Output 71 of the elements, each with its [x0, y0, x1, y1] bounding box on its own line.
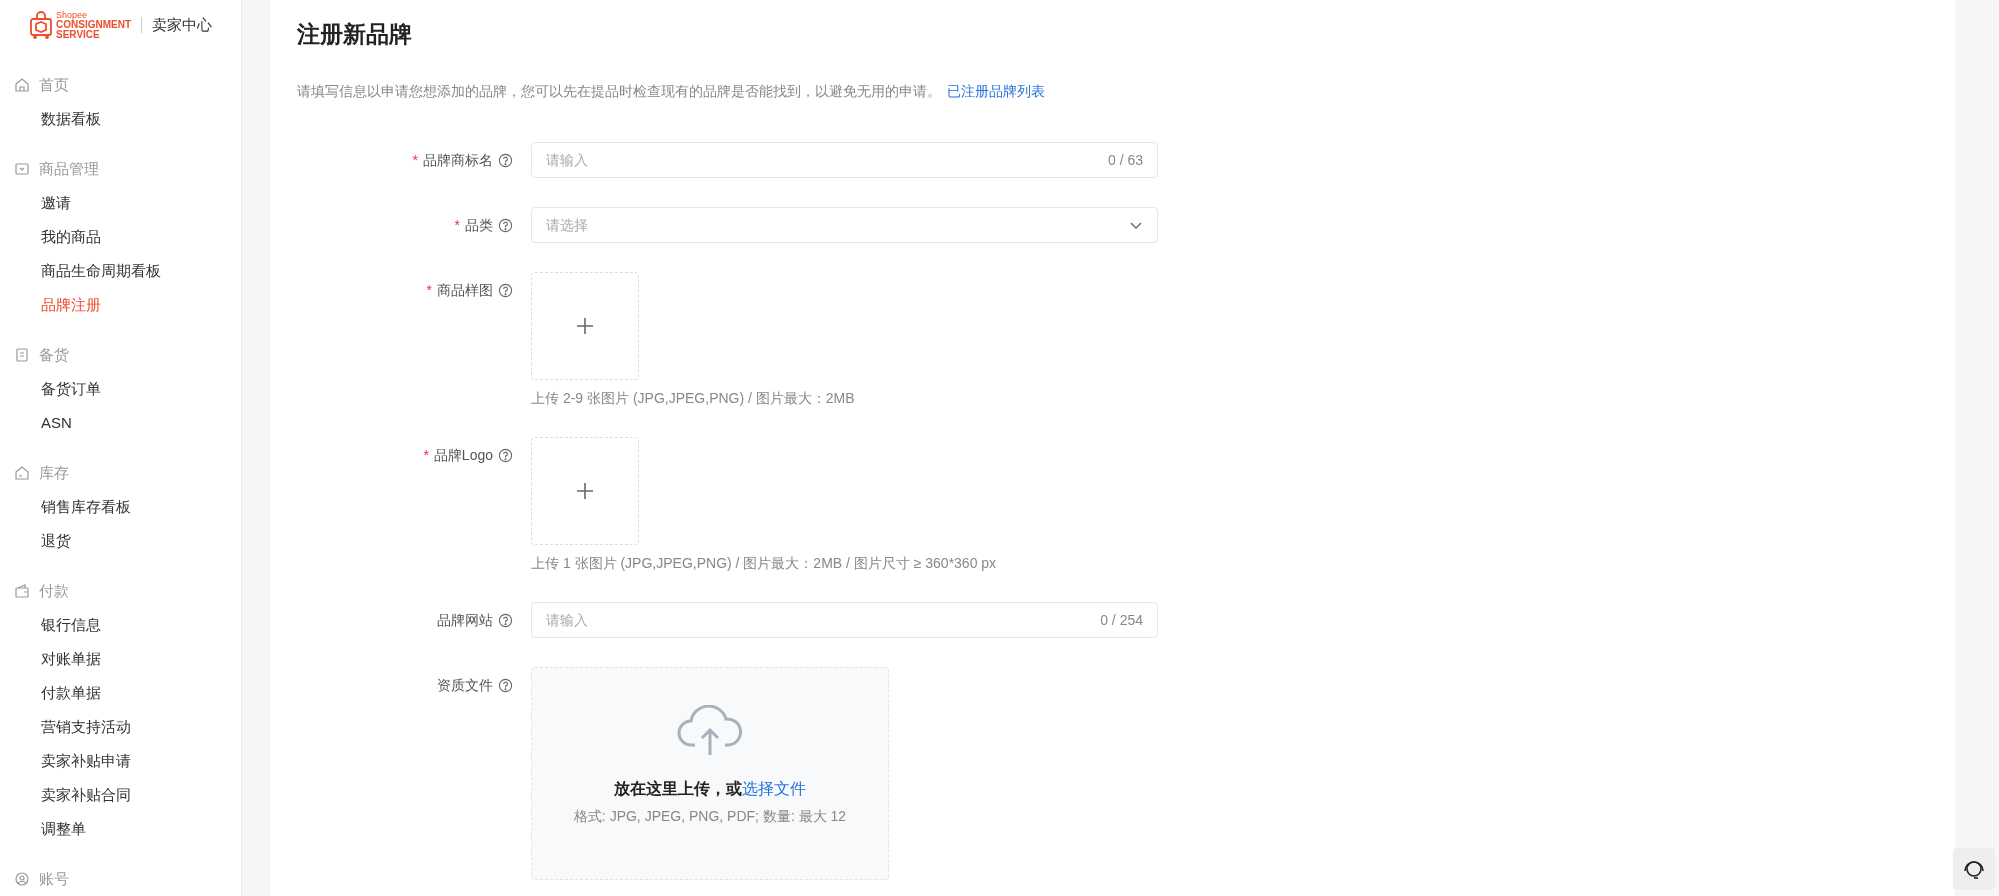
menu-section-title: 商品管理 [39, 158, 99, 179]
app-title: 卖家中心 [152, 14, 212, 35]
home-icon [14, 77, 30, 93]
upload-hint: 上传 2-9 张图片 (JPG,JPEG,PNG) / 图片最大：2MB [531, 389, 855, 408]
placeholder-text: 请输入 [546, 150, 588, 170]
menu-item[interactable]: 品牌注册 [0, 288, 241, 322]
upload-hint: 上传 1 张图片 (JPG,JPEG,PNG) / 图片最大：2MB / 图片尺寸 ≥ 360*360 px [531, 554, 997, 573]
file-drop-zone[interactable]: 放在这里上传，或选择文件 格式: JPG, JPEG, PNG, PDF; 数量: 最大 12 [531, 667, 889, 880]
help-icon [498, 282, 513, 298]
help-icon [498, 447, 513, 463]
logo-text: Shopee [56, 10, 88, 20]
required-asterisk: * [423, 445, 429, 465]
menu-item[interactable]: 卖家补贴申请 [0, 744, 241, 778]
file-format-hint: 格式: JPG, JPEG, PNG, PDF; 数量: 最大 12 [572, 807, 848, 825]
placeholder-text: 请选择 [546, 215, 588, 235]
field-label: 品牌Logo [433, 445, 493, 465]
logo-text: CONSIGNMENT [56, 19, 131, 30]
menu-item[interactable]: 退货 [0, 524, 241, 558]
menu-section-title: 付款 [39, 580, 69, 601]
drop-instruction: 放在这里上传，或选择文件 [614, 779, 806, 799]
menu-section-title: 账号 [39, 868, 69, 889]
field-label: 资质文件 [437, 675, 493, 695]
menu-item[interactable]: 我的商品 [0, 220, 241, 254]
plus-icon [576, 317, 594, 335]
input-field[interactable]: 请输入 0 / 63 [531, 142, 1158, 178]
user-icon [14, 871, 30, 887]
support-button[interactable] [1953, 848, 1995, 890]
menu-item[interactable]: 银行信息 [0, 608, 241, 642]
menu-item[interactable]: 备货订单 [0, 372, 241, 406]
menu-item[interactable]: 营销支持活动 [0, 710, 241, 744]
menu-section-title: 备货 [39, 344, 69, 365]
required-asterisk: * [426, 280, 432, 300]
image-upload-button[interactable] [531, 272, 639, 380]
field-label: 品牌商标名 [423, 150, 493, 170]
wallet-icon [14, 583, 30, 599]
menu-section-title: 首页 [39, 74, 69, 95]
field-label: 品牌网站 [437, 610, 493, 630]
box-icon [14, 161, 30, 177]
field-label: 商品样图 [437, 280, 493, 300]
shopping-bag-logo-icon [29, 11, 53, 39]
menu-item[interactable]: 卖家补贴合同 [0, 778, 241, 812]
page-title: 注册新品牌 [297, 20, 413, 49]
menu-item[interactable]: 对账单据 [0, 642, 241, 676]
clipboard-icon [14, 347, 30, 363]
registered-brands-link[interactable]: 已注册品牌列表 [947, 83, 1045, 99]
plus-icon [576, 482, 594, 500]
logo-text: SERVICE [56, 29, 101, 40]
required-asterisk: * [454, 215, 460, 235]
choose-file-link[interactable]: 选择文件 [742, 780, 806, 797]
image-upload-button[interactable] [531, 437, 639, 545]
help-icon [498, 217, 513, 233]
menu-item[interactable]: 邀请 [0, 186, 241, 220]
house-icon [14, 465, 30, 481]
input-field[interactable]: 请输入 0 / 254 [531, 602, 1158, 638]
menu-item[interactable]: 付款单据 [0, 676, 241, 710]
page-description: 请填写信息以申请您想添加的品牌，您可以先在提品时检查现有的品牌是否能找到，以避免无用的申请。 已注册品牌列表 [297, 82, 1046, 101]
character-counter: 0 / 63 [1107, 150, 1143, 170]
help-icon [498, 152, 513, 168]
menu-item[interactable]: 销售库存看板 [0, 490, 241, 524]
help-icon [498, 677, 513, 693]
menu-item[interactable]: 调整单 [0, 812, 241, 846]
menu-item[interactable]: 数据看板 [0, 102, 241, 136]
placeholder-text: 请输入 [546, 610, 588, 630]
menu-section-title: 库存 [39, 462, 69, 483]
help-icon [498, 612, 513, 628]
character-counter: 0 / 254 [1100, 610, 1143, 630]
required-asterisk: * [412, 150, 418, 170]
menu-item[interactable]: 商品生命周期看板 [0, 254, 241, 288]
menu-item[interactable]: ASN [0, 406, 241, 440]
field-label: 品类 [465, 215, 493, 235]
cloud-upload-icon [677, 705, 743, 757]
